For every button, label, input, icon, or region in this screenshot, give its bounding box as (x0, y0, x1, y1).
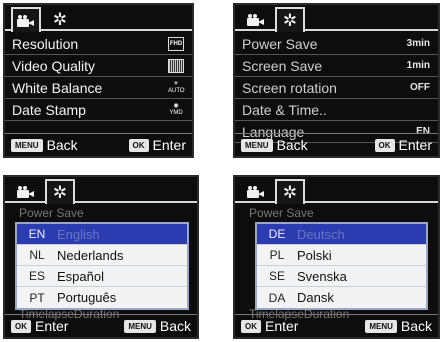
gear-icon: ✲ (282, 11, 298, 30)
menu-item-date-stamp[interactable]: Date Stamp ◉ YMD (5, 99, 192, 121)
menu-item-screen-rotation[interactable]: Screen rotation OFF (235, 77, 438, 99)
enter-button[interactable]: OK Enter (128, 137, 186, 153)
tab-settings[interactable]: ✲ (275, 7, 305, 32)
language-option[interactable]: SE Svenska (257, 266, 426, 287)
ok-key: OK (11, 319, 31, 333)
language-name: Nederlands (57, 247, 124, 263)
back-button[interactable]: MENU Back (365, 318, 432, 334)
footer-bar: OK Enter MENU Back (235, 314, 438, 337)
video-settings-screen: ✲ Resolution FHD Video Quality White Bala… (3, 3, 194, 158)
back-button[interactable]: MENU Back (241, 137, 308, 153)
camera-icon (17, 14, 35, 27)
language-option[interactable]: ES Español (17, 266, 187, 287)
language-name: Deutsch (297, 226, 345, 242)
background-menu-item: Power Save (249, 206, 314, 220)
menu-item-label: Date Stamp (12, 101, 86, 118)
language-name: English (57, 226, 100, 242)
language-select-screen-1: ✲ Power Save TimelapseDuration EN English… (3, 175, 199, 339)
ok-key: OK (374, 138, 395, 152)
enter-button[interactable]: OK Enter (241, 318, 298, 334)
menu-item-label: Video Quality (12, 57, 96, 74)
camera-icon (17, 185, 35, 198)
settings-menu: Resolution FHD Video Quality White Balanc… (5, 33, 192, 121)
language-option[interactable]: DA Dansk (257, 287, 426, 308)
back-button[interactable]: MENU Back (11, 137, 78, 153)
menu-item-date-time[interactable]: Date & Time.. (235, 99, 438, 121)
tab-settings[interactable]: ✲ (45, 179, 75, 204)
language-name: Dansk (297, 290, 334, 305)
tab-settings[interactable]: ✲ (45, 8, 75, 31)
gear-icon: ✲ (52, 10, 68, 29)
menu-key: MENU (241, 138, 273, 152)
camera-icon (247, 13, 265, 26)
back-button[interactable]: MENU Back (124, 318, 191, 334)
menu-item-power-save[interactable]: Power Save 3min (235, 33, 438, 55)
language-code: EN (28, 227, 46, 241)
enter-button[interactable]: OK Enter (374, 137, 432, 153)
gear-icon: ✲ (282, 183, 298, 202)
footer-bar: MENU Back OK Enter (5, 133, 192, 156)
tab-video[interactable] (241, 180, 271, 203)
language-code: DA (268, 290, 286, 305)
camera-icon (247, 185, 265, 198)
footer-bar: MENU Back OK Enter (235, 133, 438, 156)
enter-button[interactable]: OK Enter (11, 318, 68, 334)
language-code: NL (29, 248, 45, 262)
footer-bar: OK Enter MENU Back (5, 314, 197, 337)
general-settings-screen: ✲ Power Save 3min Screen Save 1min Screen … (233, 3, 440, 158)
ok-key: OK (241, 319, 261, 333)
language-option[interactable]: PL Polski (257, 245, 426, 266)
language-code: ES (28, 269, 45, 283)
tab-settings[interactable]: ✲ (275, 179, 305, 204)
menu-item-label: Resolution (12, 35, 79, 52)
tab-bar: ✲ (5, 5, 192, 32)
resolution-fhd-icon: FHD (168, 36, 184, 51)
language-code: PL (269, 248, 285, 262)
menu-key: MENU (11, 138, 43, 152)
tab-video[interactable] (11, 180, 41, 203)
menu-item-video-quality[interactable]: Video Quality (5, 55, 192, 77)
language-select-screen-2: ✲ Power Save TimelapseDuration DE Deutsch… (233, 175, 440, 339)
language-option-selected[interactable]: DE Deutsch (257, 224, 426, 245)
language-name: Polski (297, 247, 332, 263)
gear-icon: ✲ (52, 183, 68, 202)
tab-bar: ✲ (235, 5, 438, 32)
background-menu-item: Power Save (19, 206, 84, 220)
tab-video[interactable] (11, 7, 41, 32)
language-code: DE (268, 227, 286, 241)
tab-bar: ✲ (5, 177, 197, 204)
language-option[interactable]: PT Português (17, 287, 187, 308)
tab-video[interactable] (241, 8, 271, 31)
language-option-selected[interactable]: EN English (17, 224, 187, 245)
language-option[interactable]: NL Nederlands (17, 245, 187, 266)
date-stamp-icon: ◉ YMD (169, 102, 183, 116)
menu-item-white-balance[interactable]: White Balance ☀ AUTO (5, 77, 192, 99)
ok-key: OK (128, 138, 149, 152)
language-name: Svenska (297, 268, 347, 284)
video-quality-icon (168, 58, 184, 73)
menu-item-screen-save[interactable]: Screen Save 1min (235, 55, 438, 77)
language-code: PT (29, 290, 45, 305)
menu-item-resolution[interactable]: Resolution FHD (5, 33, 192, 55)
language-code: SE (268, 269, 285, 283)
menu-key: MENU (124, 319, 156, 333)
language-popup: EN English NL Nederlands ES Español PT Portu… (15, 222, 189, 310)
settings-menu: Power Save 3min Screen Save 1min Screen ro… (235, 33, 438, 143)
language-popup: DE Deutsch PL Polski SE Svenska DA Dansk (255, 222, 428, 310)
tab-bar: ✲ (235, 177, 438, 204)
language-name: Português (57, 290, 117, 305)
language-name: Español (57, 268, 104, 284)
white-balance-auto-icon: ☀ AUTO (168, 80, 185, 94)
menu-item-label: White Balance (12, 79, 103, 96)
menu-key: MENU (365, 319, 397, 333)
